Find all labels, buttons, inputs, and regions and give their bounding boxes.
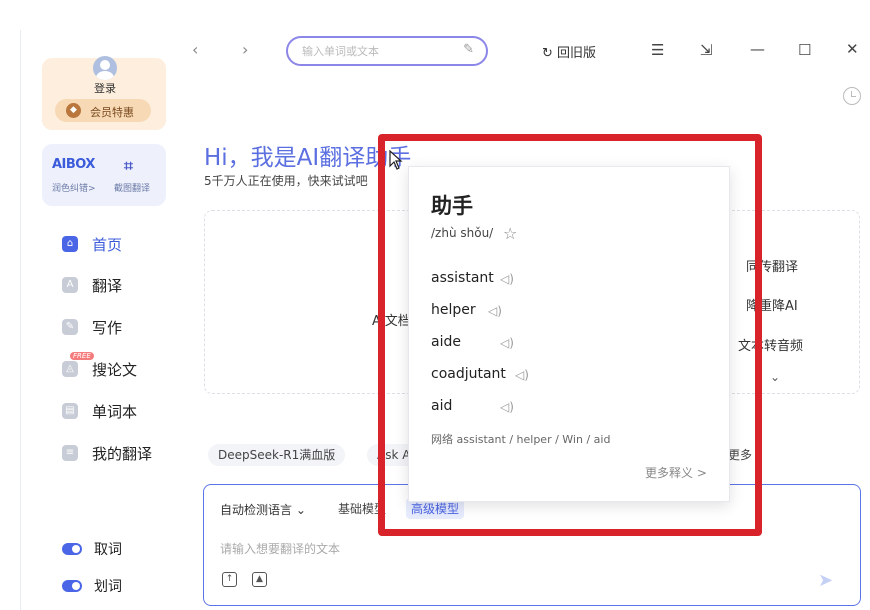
refresh-icon: ↻ [542, 46, 553, 61]
polish-label[interactable]: 润色纠错> [52, 181, 96, 194]
pin-icon[interactable]: ⇲ [700, 41, 713, 59]
translate-icon: A [62, 277, 78, 293]
toggle-pick-word[interactable]: 取词 [62, 537, 122, 561]
language-select-label: 自动检测语言 [220, 503, 293, 517]
speaker-icon[interactable]: ◁) [500, 272, 514, 286]
sidebar-item-my-translations[interactable]: ≡ 我的翻译 [62, 441, 152, 465]
old-version-label: 回旧版 [557, 46, 597, 61]
sidebar-item-write[interactable]: ✎ 写作 [62, 315, 122, 339]
sidebar-item-label: 写作 [92, 318, 123, 337]
model-basic-button[interactable]: 基础模型 [333, 498, 391, 519]
toggle-switch[interactable] [62, 580, 82, 592]
mouse-cursor-icon [389, 150, 403, 170]
sidebar-item-home[interactable]: ⌂ 首页 [62, 232, 122, 256]
definition-item[interactable]: helper [431, 302, 476, 318]
network-prefix: 网络 [431, 433, 453, 446]
sidebar-item-label: 单词本 [92, 402, 138, 421]
feature-text-to-audio[interactable]: 文本转音频 [738, 335, 803, 354]
feature-simultaneous[interactable]: 同传翻译 [746, 256, 798, 275]
toggle-switch[interactable] [62, 543, 82, 555]
search-box[interactable]: ✎ [286, 36, 488, 66]
toggle-label: 划词 [94, 579, 122, 595]
speaker-icon[interactable]: ◁) [500, 336, 514, 350]
menu-icon[interactable]: ☰ [651, 41, 664, 59]
maximize-icon[interactable]: ☐ [798, 41, 811, 59]
popup-pinyin: /zhù shǒu/ [431, 226, 494, 240]
chip-deepseek[interactable]: DeepSeek-R1满血版 [208, 444, 346, 466]
definition-item[interactable]: aide [431, 334, 461, 350]
language-select[interactable]: 自动检测语言 ⌄ [220, 501, 306, 518]
definition-item[interactable]: assistant [431, 270, 494, 286]
speaker-icon[interactable]: ◁) [515, 368, 529, 382]
crop-icon[interactable]: ⌗ [124, 156, 133, 176]
pen-icon: ✎ [62, 319, 78, 335]
toggle-label: 取词 [94, 542, 122, 558]
network-definitions: 网络 assistant / helper / Win / aid [431, 431, 610, 447]
speaker-icon[interactable]: ◁) [500, 400, 514, 414]
definition-item[interactable]: aid [431, 398, 452, 414]
toggle-select-word[interactable]: 划词 [62, 574, 122, 598]
free-badge: FREE [70, 352, 94, 360]
sidebar-item-label: 搜论文 [92, 360, 138, 379]
more-definitions-link[interactable]: 更多释义 > [645, 464, 707, 481]
send-icon[interactable]: ➤ [818, 570, 833, 591]
book-icon: ▤ [62, 403, 78, 419]
network-text: assistant / helper / Win / aid [456, 433, 611, 446]
sidebar-item-translate[interactable]: A 翻译 [62, 273, 122, 297]
home-icon: ⌂ [62, 236, 78, 252]
upload-icon[interactable]: ↑ [222, 572, 237, 587]
star-icon[interactable]: ☆ [503, 224, 517, 243]
back-arrow-icon[interactable]: ‹ [192, 40, 198, 59]
graduation-cap-icon: ◬ [62, 361, 78, 377]
avatar[interactable] [93, 56, 117, 80]
ai-document-label[interactable]: AI文档 [372, 310, 411, 329]
tools-card [42, 144, 166, 206]
chevron-down-icon[interactable]: ⌄ [770, 370, 780, 384]
close-icon[interactable]: ✕ [846, 40, 859, 58]
feature-rewrite-ai[interactable]: 降重降AI [746, 295, 798, 314]
translate-input-placeholder[interactable]: 请输入想要翻译的文本 [220, 540, 340, 557]
speaker-icon[interactable]: ◁) [488, 304, 502, 318]
window-edge [20, 30, 21, 610]
sidebar-item-label: 首页 [92, 235, 123, 254]
document-icon: ≡ [62, 445, 78, 461]
screenshot-translate-label[interactable]: 截图翻译 [114, 181, 150, 194]
aibox-logo[interactable]: AIBOX [52, 157, 95, 172]
sidebar-item-label: 我的翻译 [92, 444, 153, 463]
image-icon[interactable]: ▲ [252, 572, 267, 587]
definition-item[interactable]: coadjutant [431, 366, 506, 382]
history-clock-icon[interactable] [843, 87, 861, 105]
page-title: Hi，我是AI翻译助手 [204, 145, 412, 171]
search-input[interactable] [302, 42, 452, 60]
sidebar-item-papers[interactable]: ◬ 搜论文 [62, 357, 137, 381]
diamond-icon: ◆ [66, 103, 81, 118]
page-subtitle: 5千万人正在使用，快来试试吧 [204, 174, 368, 188]
old-version-button[interactable]: ↻ 回旧版 [542, 42, 596, 61]
sidebar-item-label: 翻译 [92, 276, 123, 295]
sidebar-item-wordbook[interactable]: ▤ 单词本 [62, 399, 137, 423]
vip-label[interactable]: 会员特惠 [90, 104, 134, 120]
popup-word: 助手 [431, 194, 473, 218]
chevron-down-icon: ⌄ [295, 503, 306, 517]
minimize-icon[interactable]: — [750, 40, 765, 58]
handwriting-icon[interactable]: ✎ [463, 42, 474, 57]
login-label[interactable]: 登录 [82, 80, 128, 96]
forward-arrow-icon[interactable]: › [242, 40, 248, 59]
